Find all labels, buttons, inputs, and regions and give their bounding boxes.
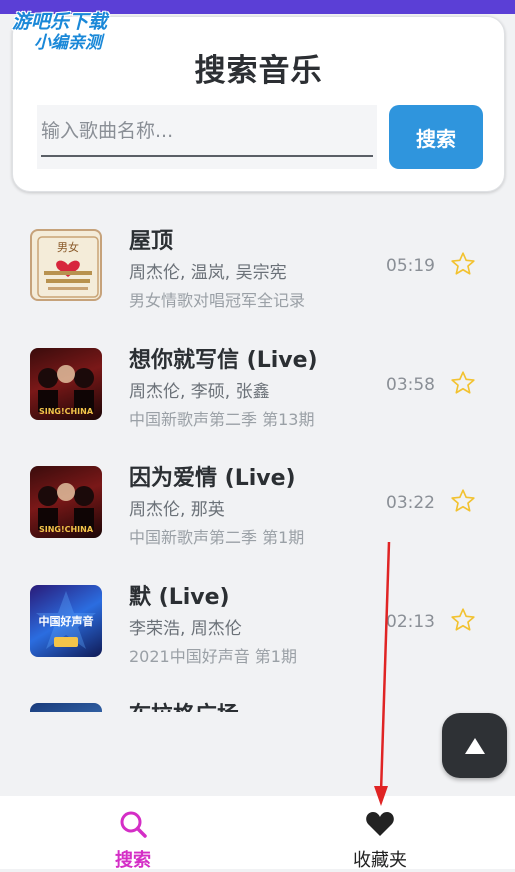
search-input-underline [41, 155, 373, 157]
album-cover: 中国好声音 [30, 585, 102, 657]
nav-label-favorites: 收藏夹 [353, 850, 407, 871]
watermark-line-1: 游吧乐下载 [12, 11, 108, 33]
song-duration: 03:22 [386, 493, 435, 513]
favorite-star-icon[interactable] [450, 488, 476, 514]
song-duration: 03:58 [386, 375, 435, 395]
song-album: 中国新歌声第二季 第1期 [129, 528, 305, 547]
song-title: 默 (Live) [129, 585, 230, 610]
search-box [37, 105, 377, 169]
album-cover [30, 703, 102, 712]
cover-text: 中国好声音 [39, 614, 94, 628]
cover-text: SING!CHINA [39, 525, 94, 534]
song-item[interactable]: 布拉格广场 [0, 679, 515, 712]
favorite-star-icon[interactable] [450, 251, 476, 277]
song-title: 因为爱情 (Live) [129, 466, 296, 491]
song-item[interactable]: 男女 屋顶 周杰伦, 温岚, 吴宗宪 男女情歌对唱冠军全记录 05:19 [0, 205, 515, 315]
song-duration: 05:19 [386, 256, 435, 276]
search-button[interactable]: 搜索 [389, 105, 483, 169]
song-album: 中国新歌声第二季 第13期 [129, 410, 315, 429]
triangle-up-icon [464, 737, 485, 754]
heart-icon [366, 812, 394, 836]
song-item[interactable]: SING!CHINA 因为爱情 (Live) 周杰伦, 那英 中国新歌声第二季 … [0, 442, 515, 552]
album-cover: 男女 [30, 229, 102, 301]
song-duration: 02:13 [386, 612, 435, 632]
song-title: 屋顶 [129, 229, 174, 254]
song-item[interactable]: SING!CHINA 想你就写信 (Live) 周杰伦, 李硕, 张鑫 中国新歌… [0, 324, 515, 434]
album-cover: SING!CHINA [30, 466, 102, 538]
cover-text: SING!CHINA [39, 407, 94, 416]
bottom-nav: 搜索 收藏夹 [0, 796, 515, 871]
search-icon [120, 811, 147, 838]
favorite-star-icon[interactable] [450, 607, 476, 633]
song-list[interactable]: 男女 屋顶 周杰伦, 温岚, 吴宗宪 男女情歌对唱冠军全记录 05:19 SIN… [0, 205, 515, 712]
song-title: 想你就写信 (Live) [129, 348, 318, 373]
song-item[interactable]: 中国好声音 默 (Live) 李荣浩, 周杰伦 2021中国好声音 第1期 02… [0, 561, 515, 671]
search-input[interactable] [41, 105, 373, 157]
album-cover: SING!CHINA [30, 348, 102, 420]
cover-text: 男女 [57, 240, 79, 254]
song-artists: 周杰伦, 温岚, 吴宗宪 [129, 263, 287, 283]
scroll-to-top-button[interactable] [442, 713, 507, 778]
song-title: 布拉格广场 [129, 697, 239, 712]
favorite-star-icon[interactable] [450, 370, 476, 396]
song-album: 2021中国好声音 第1期 [129, 647, 297, 666]
song-album: 男女情歌对唱冠军全记录 [129, 291, 306, 310]
nav-item-search[interactable]: 搜索 [53, 796, 213, 871]
watermark: 游吧乐下载 小编亲测 [12, 11, 108, 53]
song-artists: 周杰伦, 李硕, 张鑫 [129, 382, 270, 402]
nav-label-search: 搜索 [115, 850, 151, 871]
song-artists: 李荣浩, 周杰伦 [129, 619, 242, 639]
song-artists: 周杰伦, 那英 [129, 500, 225, 520]
watermark-line-2: 小编亲测 [34, 32, 102, 53]
nav-item-favorites[interactable]: 收藏夹 [300, 796, 460, 871]
